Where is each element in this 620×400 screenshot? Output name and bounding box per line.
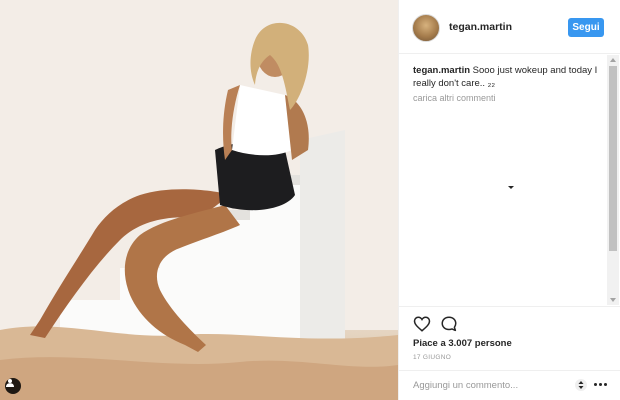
up-down-arrows-icon[interactable] [575, 378, 587, 392]
load-more-comments-link[interactable]: carica altri commenti [413, 93, 496, 103]
scroll-down-arrow-icon[interactable] [610, 298, 616, 302]
comments-section: tegan.martin Sooo just wokeup and today … [399, 55, 609, 305]
comments-scrollbar[interactable] [607, 55, 619, 305]
add-comment-bar [399, 370, 620, 400]
person-tag-icon[interactable] [5, 378, 21, 394]
photo-illustration [0, 0, 398, 400]
likes-count[interactable]: Piace a 3.007 persone [413, 338, 512, 349]
username-link[interactable]: tegan.martin [449, 21, 512, 33]
caption-username-link[interactable]: tegan.martin [413, 65, 470, 76]
post-actions: Piace a 3.007 persone 17 GIUGNO [399, 306, 620, 370]
heart-icon[interactable] [413, 315, 431, 333]
avatar[interactable] [412, 14, 440, 42]
comment-input[interactable] [413, 377, 563, 393]
speech-bubble-icon[interactable] [440, 315, 458, 333]
scroll-up-arrow-icon[interactable] [610, 58, 616, 62]
post-date: 17 GIUGNO [413, 354, 452, 361]
follow-button[interactable]: Segui [568, 18, 604, 37]
post-caption: tegan.martin Sooo just wokeup and today … [413, 64, 603, 90]
post-side-panel: tegan.martin Segui tegan.martin Sooo jus… [398, 0, 620, 400]
ellipsis-icon[interactable] [594, 383, 608, 387]
post-header: tegan.martin Segui [399, 0, 620, 54]
scrollbar-thumb[interactable] [609, 66, 617, 251]
post-photo[interactable] [0, 0, 398, 400]
caret-down-icon [508, 186, 514, 189]
